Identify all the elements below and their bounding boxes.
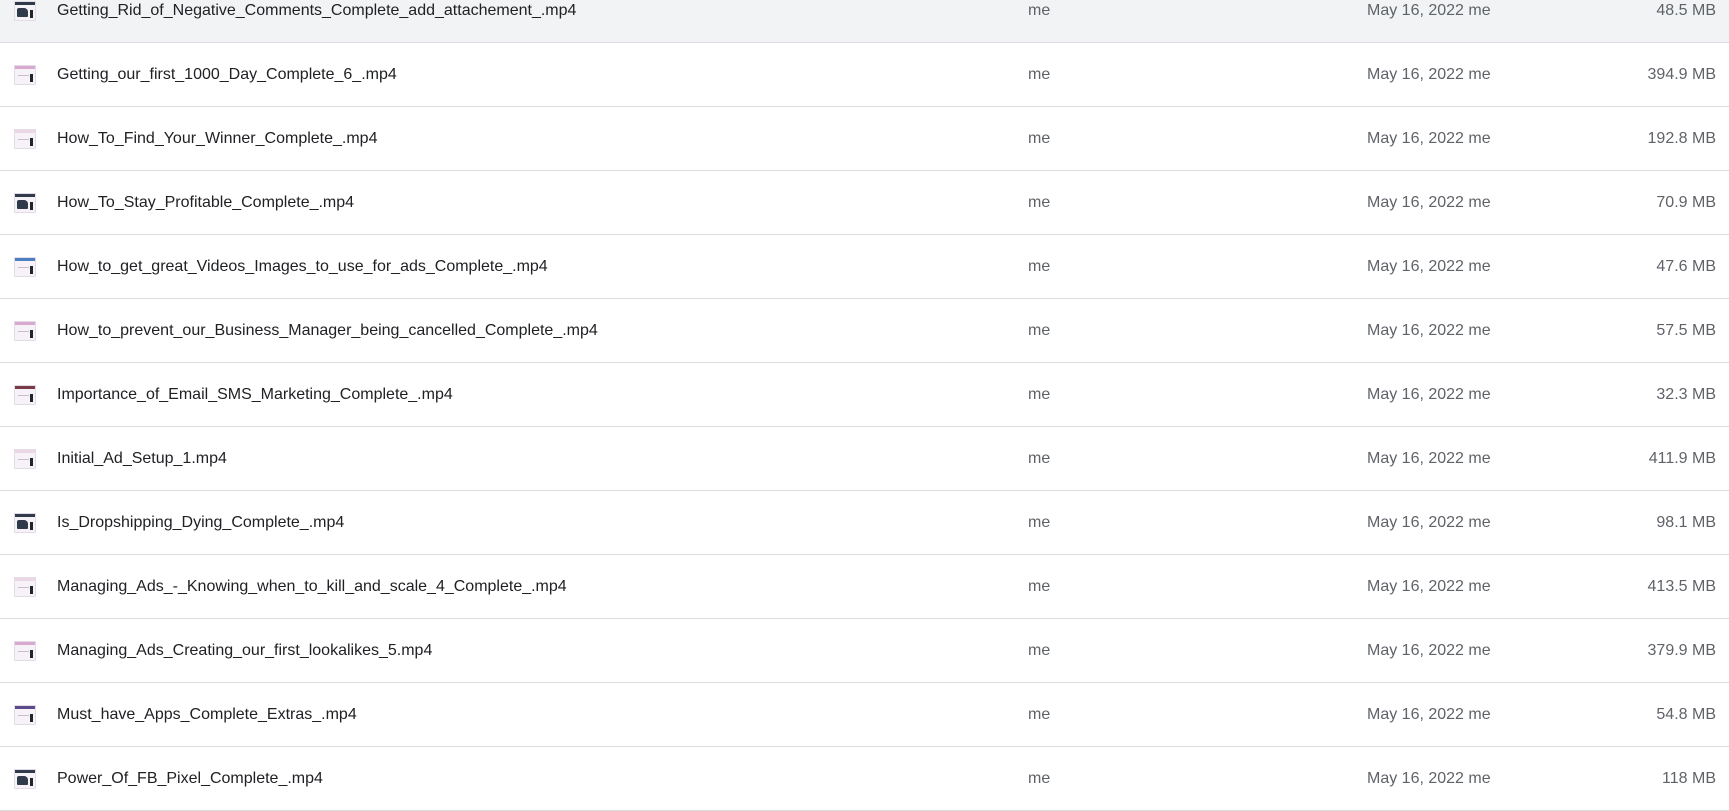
file-name: Getting_our_first_1000_Day_Complete_6_.m… [57, 66, 397, 83]
file-size: 48.5 MB [1656, 2, 1716, 19]
file-size: 54.8 MB [1656, 706, 1716, 723]
file-row[interactable]: Importance_of_Email_SMS_Marketing_Comple… [0, 363, 1729, 427]
file-owner: me [1028, 2, 1051, 19]
file-name: Managing_Ads_Creating_our_first_lookalik… [57, 642, 433, 659]
file-row[interactable]: Power_Of_FB_Pixel_Complete_.mp4 me May 16,… [0, 747, 1729, 811]
file-owner: me [1028, 706, 1051, 723]
file-owner: me [1028, 386, 1051, 403]
file-size: 394.9 MB [1647, 66, 1716, 83]
file-size: 98.1 MB [1656, 514, 1716, 531]
file-size: 57.5 MB [1656, 322, 1716, 339]
file-name: Is_Dropshipping_Dying_Complete_.mp4 [57, 514, 345, 531]
file-name: Getting_Rid_of_Negative_Comments_Complet… [57, 2, 577, 19]
file-name: How_To_Find_Your_Winner_Complete_.mp4 [57, 130, 378, 147]
video-thumbnail-icon [14, 1, 36, 21]
video-thumbnail-icon [14, 257, 36, 277]
video-thumbnail-icon [14, 321, 36, 341]
file-modified: May 16, 2022 me [1367, 642, 1491, 659]
file-name: How_To_Stay_Profitable_Complete_.mp4 [57, 194, 355, 211]
file-size: 118 MB [1662, 770, 1716, 787]
file-size: 70.9 MB [1656, 194, 1716, 211]
video-thumbnail-icon [14, 193, 36, 213]
file-row[interactable]: How_To_Find_Your_Winner_Complete_.mp4 me M… [0, 107, 1729, 171]
file-row[interactable]: How_To_Stay_Profitable_Complete_.mp4 me Ma… [0, 171, 1729, 235]
file-modified: May 16, 2022 me [1367, 450, 1491, 467]
file-modified: May 16, 2022 me [1367, 130, 1491, 147]
file-name: How_to_get_great_Videos_Images_to_use_fo… [57, 258, 548, 275]
video-thumbnail-icon [14, 705, 36, 725]
file-modified: May 16, 2022 me [1367, 194, 1491, 211]
file-modified: May 16, 2022 me [1367, 706, 1491, 723]
file-row[interactable]: How_to_get_great_Videos_Images_to_use_fo… [0, 235, 1729, 299]
file-size: 413.5 MB [1647, 578, 1716, 595]
file-size: 192.8 MB [1647, 130, 1716, 147]
video-thumbnail-icon [14, 65, 36, 85]
file-name: Importance_of_Email_SMS_Marketing_Comple… [57, 386, 453, 403]
video-thumbnail-icon [14, 769, 36, 789]
file-modified: May 16, 2022 me [1367, 386, 1491, 403]
file-owner: me [1028, 66, 1051, 83]
file-owner: me [1028, 194, 1051, 211]
video-thumbnail-icon [14, 641, 36, 661]
file-modified: May 16, 2022 me [1367, 578, 1491, 595]
file-list: Getting_Rid_of_Negative_Comments_Complet… [0, 0, 1729, 811]
file-owner: me [1028, 578, 1051, 595]
file-modified: May 16, 2022 me [1367, 2, 1491, 19]
file-modified: May 16, 2022 me [1367, 66, 1491, 83]
video-thumbnail-icon [14, 577, 36, 597]
file-size: 379.9 MB [1647, 642, 1716, 659]
video-thumbnail-icon [14, 385, 36, 405]
file-name: Initial_Ad_Setup_1.mp4 [57, 450, 227, 467]
video-thumbnail-icon [14, 129, 36, 149]
file-row[interactable]: Getting_our_first_1000_Day_Complete_6_.m… [0, 43, 1729, 107]
file-modified: May 16, 2022 me [1367, 770, 1491, 787]
file-modified: May 16, 2022 me [1367, 258, 1491, 275]
file-row[interactable]: Initial_Ad_Setup_1.mp4 me May 16, 2022 me 4… [0, 427, 1729, 491]
file-size: 32.3 MB [1656, 386, 1716, 403]
file-row[interactable]: Managing_Ads_Creating_our_first_lookalik… [0, 619, 1729, 683]
file-name: How_to_prevent_our_Business_Manager_bein… [57, 322, 598, 339]
file-owner: me [1028, 770, 1051, 787]
file-name: Must_have_Apps_Complete_Extras_.mp4 [57, 706, 357, 723]
video-thumbnail-icon [14, 449, 36, 469]
file-owner: me [1028, 514, 1051, 531]
file-name: Managing_Ads_-_Knowing_when_to_kill_and_… [57, 578, 567, 595]
file-owner: me [1028, 322, 1051, 339]
file-size: 411.9 MB [1648, 450, 1716, 467]
file-row[interactable]: Must_have_Apps_Complete_Extras_.mp4 me May… [0, 683, 1729, 747]
file-row[interactable]: Getting_Rid_of_Negative_Comments_Complet… [0, 0, 1729, 43]
file-owner: me [1028, 130, 1051, 147]
file-owner: me [1028, 642, 1051, 659]
file-name: Power_Of_FB_Pixel_Complete_.mp4 [57, 770, 323, 787]
file-modified: May 16, 2022 me [1367, 322, 1491, 339]
file-size: 47.6 MB [1656, 258, 1716, 275]
file-row[interactable]: Managing_Ads_-_Knowing_when_to_kill_and_… [0, 555, 1729, 619]
video-thumbnail-icon [14, 513, 36, 533]
file-row[interactable]: Is_Dropshipping_Dying_Complete_.mp4 me May… [0, 491, 1729, 555]
file-owner: me [1028, 258, 1051, 275]
file-owner: me [1028, 450, 1051, 467]
file-modified: May 16, 2022 me [1367, 514, 1491, 531]
file-row[interactable]: How_to_prevent_our_Business_Manager_bein… [0, 299, 1729, 363]
